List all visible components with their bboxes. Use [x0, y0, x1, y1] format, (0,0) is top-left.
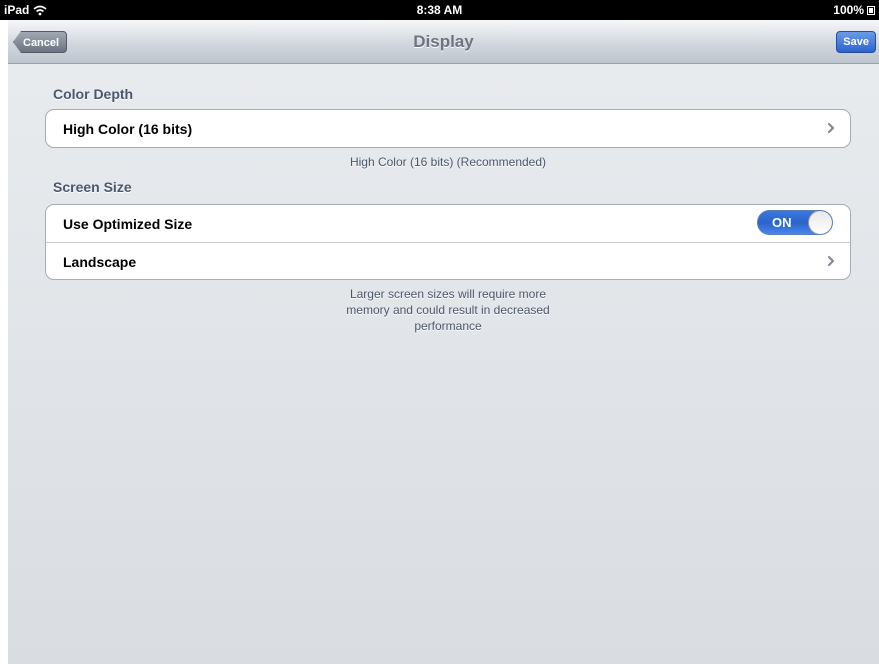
save-button[interactable]: Save — [836, 31, 876, 53]
battery-percentage: 100% — [833, 3, 864, 17]
chevron-right-icon — [828, 123, 834, 133]
optimized-size-label: Use Optimized Size — [63, 216, 193, 232]
color-depth-value: High Color (16 bits) — [63, 121, 193, 137]
screen-size-footer-line1: Larger screen sizes will require more — [349, 287, 547, 301]
page-title: Display — [413, 32, 474, 51]
settings-content: Color Depth High Color (16 bits) High Co… — [8, 64, 879, 664]
status-right: 100% — [833, 3, 875, 17]
status-bar: iPad 8:38 AM 100% — [0, 0, 879, 20]
battery-icon — [867, 5, 875, 15]
chevron-right-icon — [828, 256, 834, 266]
toggle-knob — [808, 211, 832, 234]
screen-size-footer-line3: performance — [414, 319, 482, 333]
screen-size-footer: Larger screen sizes will require more me… — [45, 286, 851, 334]
optimized-size-cell: Use Optimized Size ON — [46, 205, 850, 242]
color-depth-cell[interactable]: High Color (16 bits) — [46, 110, 850, 147]
orientation-cell[interactable]: Landscape — [46, 242, 850, 279]
screen-size-header: Screen Size — [53, 179, 132, 195]
toggle-state-label: ON — [772, 215, 792, 230]
screen-size-footer-line2: memory and could result in decreased — [346, 303, 550, 317]
orientation-label: Landscape — [63, 254, 137, 270]
color-depth-group: High Color (16 bits) — [45, 109, 851, 148]
screen-size-group: Use Optimized Size ON Landscape — [45, 204, 851, 280]
color-depth-header: Color Depth — [53, 86, 134, 102]
color-depth-footer: High Color (16 bits) (Recommended) — [349, 155, 547, 169]
navigation-bar: Cancel Display Save — [8, 20, 879, 64]
status-time: 8:38 AM — [416, 3, 463, 17]
optimized-size-toggle[interactable]: ON — [757, 210, 833, 235]
